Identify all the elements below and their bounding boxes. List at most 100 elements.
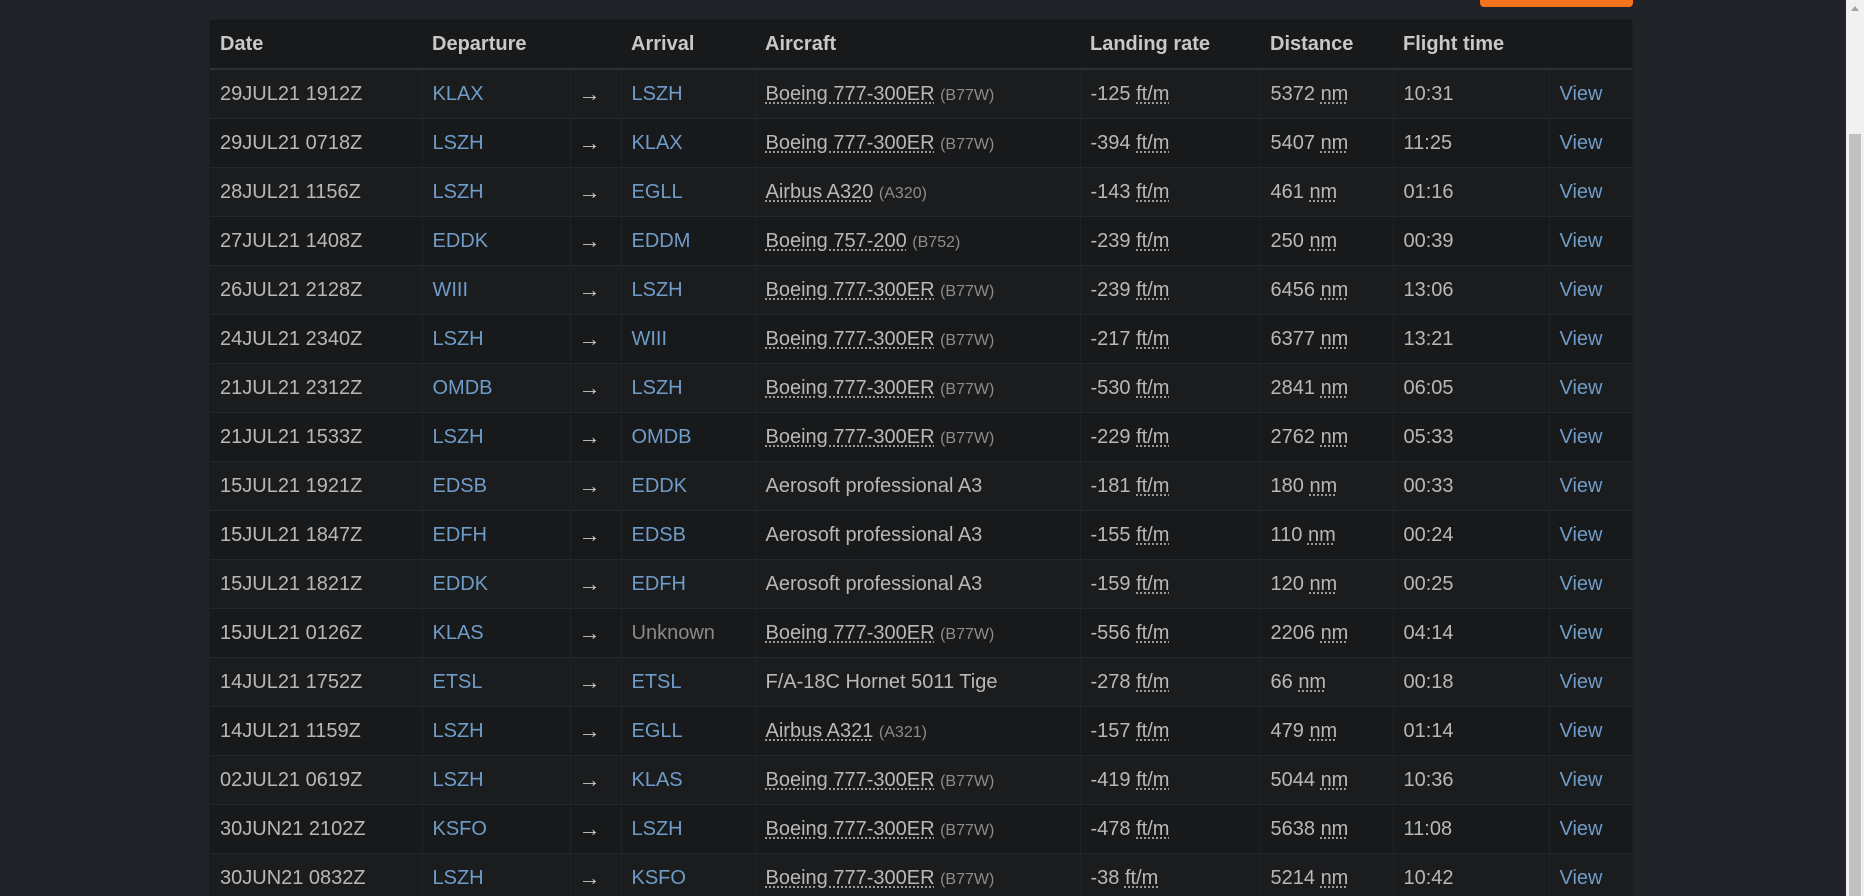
departure-airport-link[interactable]: OMDB <box>433 377 493 399</box>
departure-airport-link[interactable]: LSZH <box>433 328 484 350</box>
table-row[interactable]: 24JUL21 2340Z LSZH → WIII Boeing 777-300… <box>210 314 1632 364</box>
view-flight-link[interactable]: View <box>1560 622 1603 644</box>
aircraft-name[interactable]: Boeing 777-300ER <box>766 377 935 399</box>
arrival-airport-link[interactable]: KSFO <box>632 867 686 889</box>
aircraft-name[interactable]: Boeing 777-300ER <box>766 83 935 105</box>
view-flight-link[interactable]: View <box>1560 769 1603 791</box>
view-flight-link[interactable]: View <box>1560 671 1603 693</box>
table-row[interactable]: 15JUL21 0126Z KLAS → Unknown Boeing 777-… <box>210 608 1632 658</box>
arrival-airport-link[interactable]: EDFH <box>632 573 686 595</box>
departure-airport-link[interactable]: LSZH <box>433 181 484 203</box>
view-flight-link[interactable]: View <box>1560 867 1603 889</box>
page-scrollbar[interactable] <box>1846 0 1864 896</box>
landing-rate-value: -217 <box>1090 327 1131 350</box>
column-header-landing-rate[interactable]: Landing rate <box>1080 20 1260 70</box>
view-flight-link[interactable]: View <box>1560 230 1603 252</box>
cell-arrival: EDDK <box>620 461 755 511</box>
arrival-airport-link[interactable]: LSZH <box>632 83 683 105</box>
arrival-airport-link[interactable]: EGLL <box>632 181 683 203</box>
departure-airport-link[interactable]: WIII <box>433 279 469 301</box>
table-row[interactable]: 27JUL21 1408Z EDDK → EDDM Boeing 757-200… <box>210 216 1632 266</box>
view-flight-link[interactable]: View <box>1560 83 1603 105</box>
aircraft-name: Aerosoft professional A3 <box>765 523 983 546</box>
view-flight-link[interactable]: View <box>1560 524 1603 546</box>
view-flight-link[interactable]: View <box>1560 475 1603 497</box>
scrollbar-thumb[interactable] <box>1849 134 1861 896</box>
arrival-airport-link[interactable]: EDSB <box>632 524 686 546</box>
landing-rate-unit: ft/m <box>1136 131 1170 154</box>
landing-rate-unit: ft/m <box>1136 229 1170 252</box>
table-row[interactable]: 30JUN21 2102Z KSFO → LSZH Boeing 777-300… <box>210 804 1632 854</box>
arrival-airport-link[interactable]: LSZH <box>632 818 683 840</box>
arrival-airport-link[interactable]: OMDB <box>632 426 692 448</box>
aircraft-name[interactable]: Airbus A321 <box>766 720 874 742</box>
view-flight-link[interactable]: View <box>1560 279 1603 301</box>
aircraft-name[interactable]: Boeing 777-300ER <box>766 279 935 301</box>
departure-airport-link[interactable]: KLAS <box>433 622 484 644</box>
arrival-airport-link[interactable]: EDDM <box>632 230 691 252</box>
landing-rate-unit: ft/m <box>1136 474 1170 497</box>
view-flight-link[interactable]: View <box>1560 328 1603 350</box>
column-header-aircraft[interactable]: Aircraft <box>755 20 1080 70</box>
table-row[interactable]: 02JUL21 0619Z LSZH → KLAS Boeing 777-300… <box>210 755 1632 805</box>
view-flight-link[interactable]: View <box>1560 573 1603 595</box>
aircraft-name[interactable]: Boeing 777-300ER <box>766 328 935 350</box>
departure-airport-link[interactable]: LSZH <box>433 720 484 742</box>
table-row[interactable]: 15JUL21 1921Z EDSB → EDDK Aerosoft profe… <box>210 461 1632 511</box>
departure-airport-link[interactable]: LSZH <box>433 426 484 448</box>
table-row[interactable]: 30JUN21 0832Z LSZH → KSFO Boeing 777-300… <box>210 853 1632 896</box>
aircraft-code: (B752) <box>912 233 961 251</box>
departure-airport-link[interactable]: EDSB <box>433 475 487 497</box>
departure-airport-link[interactable]: KLAX <box>433 83 484 105</box>
departure-airport-link[interactable]: EDFH <box>433 524 487 546</box>
departure-airport-link[interactable]: LSZH <box>433 867 484 889</box>
departure-airport-link[interactable]: KSFO <box>433 818 487 840</box>
table-row[interactable]: 26JUL21 2128Z WIII → LSZH Boeing 777-300… <box>210 265 1632 315</box>
view-flight-link[interactable]: View <box>1560 818 1603 840</box>
table-row[interactable]: 14JUL21 1159Z LSZH → EGLL Airbus A321 (A… <box>210 706 1632 756</box>
arrival-airport-link[interactable]: LSZH <box>632 377 683 399</box>
aircraft-name[interactable]: Boeing 777-300ER <box>766 132 935 154</box>
aircraft-name[interactable]: Boeing 757-200 <box>766 230 907 252</box>
aircraft-name[interactable]: Boeing 777-300ER <box>766 769 935 791</box>
cell-landing-rate: -478 ft/m <box>1079 804 1260 854</box>
arrival-airport-link[interactable]: KLAS <box>632 769 683 791</box>
aircraft-name[interactable]: Boeing 777-300ER <box>766 867 935 889</box>
departure-airport-link[interactable]: LSZH <box>433 132 484 154</box>
aircraft-code: (B77W) <box>940 625 995 643</box>
header-action-button[interactable] <box>1480 0 1633 7</box>
aircraft-name[interactable]: Boeing 777-300ER <box>766 622 935 644</box>
table-row[interactable]: 15JUL21 1821Z EDDK → EDFH Aerosoft profe… <box>210 559 1632 609</box>
view-flight-link[interactable]: View <box>1560 181 1603 203</box>
column-header-departure[interactable]: Departure <box>422 20 570 70</box>
view-flight-link[interactable]: View <box>1560 426 1603 448</box>
view-flight-link[interactable]: View <box>1560 720 1603 742</box>
arrival-airport-link[interactable]: WIII <box>632 328 668 350</box>
arrival-airport-link[interactable]: LSZH <box>632 279 683 301</box>
column-header-arrival[interactable]: Arrival <box>621 20 755 70</box>
view-flight-link[interactable]: View <box>1560 377 1603 399</box>
column-header-flight-time[interactable]: Flight time <box>1393 20 1549 70</box>
view-flight-link[interactable]: View <box>1560 132 1603 154</box>
table-row[interactable]: 15JUL21 1847Z EDFH → EDSB Aerosoft profe… <box>210 510 1632 560</box>
aircraft-name[interactable]: Boeing 777-300ER <box>766 818 935 840</box>
aircraft-name[interactable]: Boeing 777-300ER <box>766 426 935 448</box>
table-row[interactable]: 28JUL21 1156Z LSZH → EGLL Airbus A320 (A… <box>210 167 1632 217</box>
table-row[interactable]: 21JUL21 1533Z LSZH → OMDB Boeing 777-300… <box>210 412 1632 462</box>
scroll-up-arrow-icon[interactable] <box>1846 0 1864 17</box>
departure-airport-link[interactable]: EDDK <box>433 573 489 595</box>
aircraft-name[interactable]: Airbus A320 <box>766 181 874 203</box>
table-row[interactable]: 29JUL21 1912Z KLAX → LSZH Boeing 777-300… <box>210 68 1632 119</box>
table-row[interactable]: 21JUL21 2312Z OMDB → LSZH Boeing 777-300… <box>210 363 1632 413</box>
departure-airport-link[interactable]: ETSL <box>433 671 483 693</box>
departure-airport-link[interactable]: EDDK <box>433 230 489 252</box>
arrival-airport-link[interactable]: ETSL <box>632 671 682 693</box>
departure-airport-link[interactable]: LSZH <box>433 769 484 791</box>
arrival-airport-link[interactable]: EGLL <box>632 720 683 742</box>
table-row[interactable]: 29JUL21 0718Z LSZH → KLAX Boeing 777-300… <box>210 118 1632 168</box>
arrival-airport-link[interactable]: KLAX <box>632 132 683 154</box>
column-header-date[interactable]: Date <box>210 20 422 70</box>
arrival-airport-link[interactable]: EDDK <box>632 475 688 497</box>
column-header-distance[interactable]: Distance <box>1260 20 1393 70</box>
table-row[interactable]: 14JUL21 1752Z ETSL → ETSL F/A-18C Hornet… <box>210 657 1632 707</box>
